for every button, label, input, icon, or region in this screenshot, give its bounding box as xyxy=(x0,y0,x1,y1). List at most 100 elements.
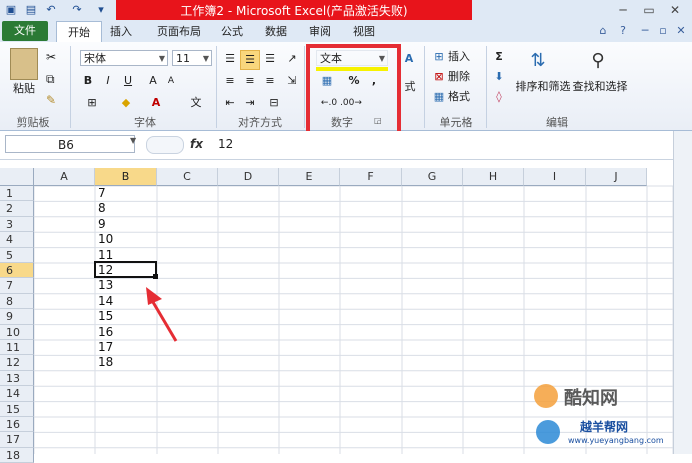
column-header-e[interactable]: E xyxy=(279,168,340,186)
workbook-close-icon[interactable]: ✕ xyxy=(674,24,688,38)
formula-value[interactable]: 12 xyxy=(218,135,233,153)
fill-icon[interactable]: ⬇ xyxy=(492,68,506,86)
row-header-6[interactable]: 6 xyxy=(0,263,34,279)
tab-view[interactable]: 视图 xyxy=(346,21,382,42)
sort-filter-icon[interactable]: ⇅ xyxy=(526,48,550,74)
row-header-13[interactable]: 13 xyxy=(0,370,34,387)
copy-icon[interactable]: ⧉ xyxy=(46,72,55,87)
phonetic-icon[interactable]: 文 xyxy=(186,94,206,112)
sort-filter-button[interactable]: 排序和筛选 xyxy=(514,78,572,96)
merge-center-icon[interactable]: ⊟ xyxy=(266,94,282,112)
name-box-dropdown-icon[interactable]: ▼ xyxy=(130,136,136,145)
row-header-11[interactable]: 11 xyxy=(0,340,34,356)
column-header-j[interactable]: J xyxy=(586,168,647,186)
row-header-5[interactable]: 5 xyxy=(0,247,34,263)
align-center-icon[interactable]: ≡ xyxy=(242,72,258,90)
align-top-icon[interactable]: ☰ xyxy=(222,50,238,68)
column-header-a[interactable]: A xyxy=(34,168,95,186)
row-header-17[interactable]: 17 xyxy=(0,432,34,448)
decrease-indent-icon[interactable]: ⇤ xyxy=(222,94,238,112)
help-icon[interactable]: ? xyxy=(616,24,630,38)
autosum-icon[interactable]: Σ xyxy=(492,48,506,66)
undo-icon[interactable]: ↶ xyxy=(44,3,58,17)
column-header-b[interactable]: B xyxy=(95,168,157,186)
font-size-combo[interactable]: 11 ▼ xyxy=(172,50,212,66)
row-header-12[interactable]: 12 xyxy=(0,355,34,371)
styles-label[interactable]: 式 xyxy=(400,78,420,96)
column-header-c[interactable]: C xyxy=(157,168,218,186)
workbook-minimize-icon[interactable]: ─ xyxy=(638,24,652,38)
increase-font-icon[interactable]: A xyxy=(146,72,160,90)
close-icon[interactable]: ✕ xyxy=(664,2,686,18)
styles-icon[interactable]: A xyxy=(402,50,416,68)
column-header-h[interactable]: H xyxy=(463,168,524,186)
delete-icon[interactable]: ⊠ xyxy=(432,68,446,86)
bold-button[interactable]: B xyxy=(80,72,96,90)
row-header-14[interactable]: 14 xyxy=(0,386,34,402)
align-bottom-icon[interactable]: ☰ xyxy=(262,50,278,68)
clear-icon[interactable]: ◊ xyxy=(492,88,506,106)
insert-button[interactable]: 插入 xyxy=(448,48,484,66)
row-header-7[interactable]: 7 xyxy=(0,278,34,294)
orientation-icon[interactable]: ↗ xyxy=(284,50,300,68)
format-icon[interactable]: ▦ xyxy=(432,88,446,106)
row-header-10[interactable]: 10 xyxy=(0,324,34,340)
increase-indent-icon[interactable]: ⇥ xyxy=(242,94,258,112)
minimize-icon[interactable]: ─ xyxy=(612,2,634,18)
borders-icon[interactable]: ⊞ xyxy=(84,94,100,112)
row-header-16[interactable]: 16 xyxy=(0,417,34,433)
tab-page-layout[interactable]: 页面布局 xyxy=(150,21,208,42)
cell-b11[interactable]: 17 xyxy=(96,340,113,355)
cell-b2[interactable]: 8 xyxy=(96,201,106,216)
cell-b7[interactable]: 13 xyxy=(96,278,113,293)
row-header-18[interactable]: 18 xyxy=(0,447,34,463)
select-all-corner[interactable] xyxy=(0,168,34,186)
find-select-icon[interactable]: ⚲ xyxy=(586,48,610,74)
dropdown-arrow-icon[interactable]: ▼ xyxy=(159,51,165,67)
workbook-restore-icon[interactable]: ▫ xyxy=(656,24,670,38)
find-select-button[interactable]: 查找和选择 xyxy=(572,78,628,96)
row-header-8[interactable]: 8 xyxy=(0,293,34,310)
cut-icon[interactable]: ✂ xyxy=(46,50,56,64)
name-box[interactable]: B6 xyxy=(5,135,135,153)
cell-b12[interactable]: 18 xyxy=(96,355,113,370)
row-header-1[interactable]: 1 xyxy=(0,186,34,202)
italic-button[interactable]: I xyxy=(100,72,116,90)
format-painter-icon[interactable]: ✎ xyxy=(46,93,56,107)
tab-review[interactable]: 审阅 xyxy=(302,21,338,42)
tab-formulas[interactable]: 公式 xyxy=(214,21,250,42)
row-header-9[interactable]: 9 xyxy=(0,309,34,325)
insert-function-button[interactable]: fx xyxy=(190,136,206,152)
tab-home[interactable]: 开始 xyxy=(56,21,102,43)
row-header-2[interactable]: 2 xyxy=(0,201,34,217)
delete-button[interactable]: 删除 xyxy=(448,68,484,86)
column-header-d[interactable]: D xyxy=(218,168,279,186)
redo-icon[interactable]: ↷ xyxy=(70,3,84,17)
cell-b9[interactable]: 15 xyxy=(96,309,113,324)
tab-data[interactable]: 数据 xyxy=(258,21,294,42)
cell-b3[interactable]: 9 xyxy=(96,217,106,232)
maximize-icon[interactable]: ▭ xyxy=(638,2,660,18)
insert-icon[interactable]: ⊞ xyxy=(432,48,446,66)
cell-b10[interactable]: 16 xyxy=(96,325,113,340)
font-color-icon[interactable]: A xyxy=(148,94,164,112)
row-header-3[interactable]: 3 xyxy=(0,216,34,233)
column-header-f[interactable]: F xyxy=(340,168,402,186)
customize-quick-access-icon[interactable]: ▾ xyxy=(94,3,108,17)
decrease-font-icon[interactable]: A xyxy=(164,72,178,90)
wrap-text-icon[interactable]: ⇲ xyxy=(284,72,300,90)
paste-icon[interactable] xyxy=(10,48,38,80)
underline-button[interactable]: U xyxy=(120,72,136,90)
save-icon[interactable]: ▤ xyxy=(24,3,38,17)
tab-insert[interactable]: 插入 xyxy=(104,21,138,42)
paste-button[interactable]: 粘贴 xyxy=(8,80,40,98)
fill-color-icon[interactable]: ◆ xyxy=(118,94,134,112)
row-header-15[interactable]: 15 xyxy=(0,401,34,417)
cell-b4[interactable]: 10 xyxy=(96,232,113,247)
row-header-4[interactable]: 4 xyxy=(0,232,34,248)
dropdown-arrow-icon[interactable]: ▼ xyxy=(203,51,209,67)
format-button[interactable]: 格式 xyxy=(448,88,484,106)
active-cell-border[interactable] xyxy=(94,261,157,278)
font-name-combo[interactable]: 宋体 ▼ xyxy=(80,50,168,66)
align-right-icon[interactable]: ≡ xyxy=(262,72,278,90)
